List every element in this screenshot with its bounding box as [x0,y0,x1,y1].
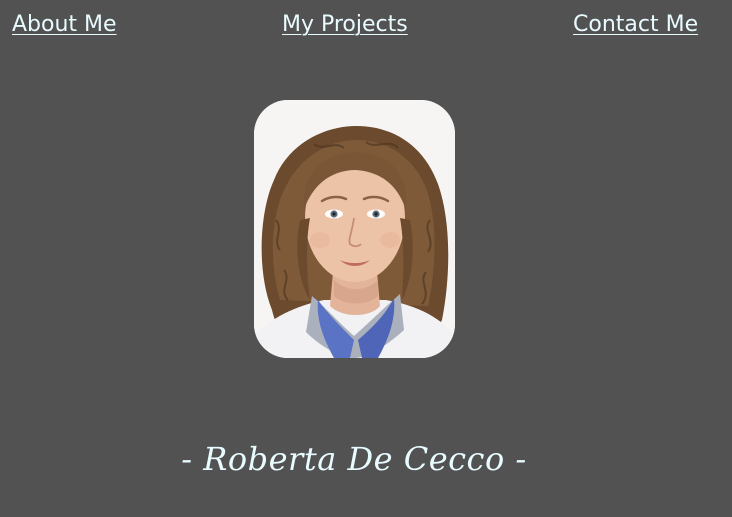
name-caption: - Roberta De Cecco - [181,440,527,478]
profile-photo [254,100,455,358]
nav-link-contact-me[interactable]: Contact Me [573,12,698,37]
portrait-illustration [254,100,455,358]
nav-link-about-me[interactable]: About Me [12,12,117,37]
nav-link-my-projects[interactable]: My Projects [282,12,408,37]
